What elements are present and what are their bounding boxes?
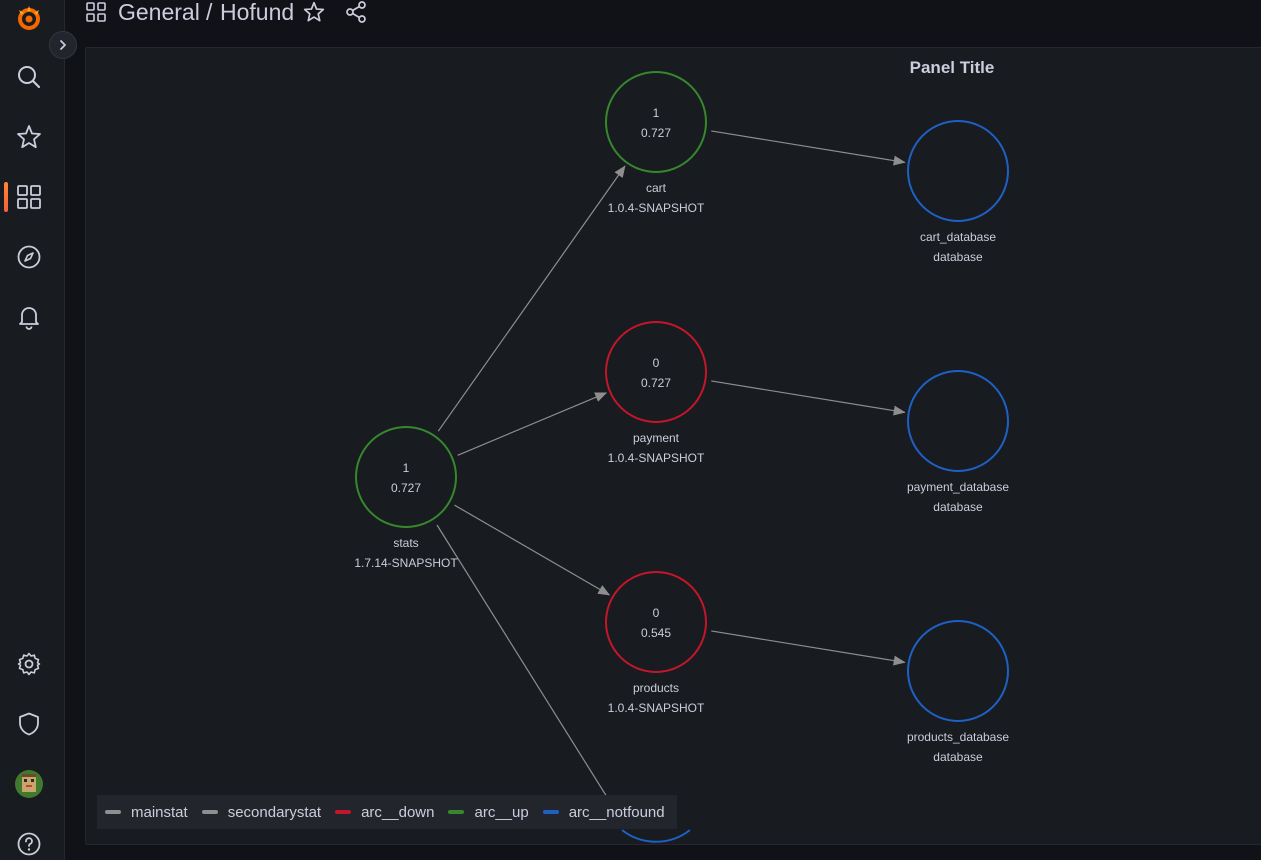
node-circle[interactable] [907, 620, 1009, 722]
legend-label: arc__up [474, 803, 529, 821]
node-graph: 1 0.727 stats 1.7.14-SNAPSHOT 1 0.727 cart 1.0.… [354, 71, 1009, 843]
legend-swatch [335, 810, 352, 814]
edge-cart-cart_database[interactable] [711, 130, 906, 166]
edge-stats-payment[interactable] [457, 392, 608, 456]
node-title: cart [646, 181, 667, 195]
edge-products-products_database[interactable] [711, 630, 906, 666]
node-secondarystat: 0.545 [641, 626, 671, 640]
node-secondarystat: 0.727 [391, 481, 421, 495]
legend-item-mainstat[interactable]: mainstat [105, 804, 188, 821]
legend-swatch [105, 810, 121, 814]
node-mainstat: 0 [653, 356, 660, 370]
node-circle[interactable] [605, 571, 707, 673]
legend-item-secondarystat[interactable]: secondarystat [201, 803, 322, 821]
legend-swatch [542, 810, 559, 814]
edge-payment-payment_database[interactable] [711, 380, 906, 416]
node-subtitle: database [933, 750, 983, 764]
node-subtitle: 1.0.4-SNAPSHOT [608, 451, 705, 465]
legend-item-arc--notfound[interactable]: arc__notfound [542, 803, 665, 821]
edge-stats-products[interactable] [454, 504, 611, 596]
node-subtitle: 1.0.4-SNAPSHOT [608, 201, 705, 215]
legend-swatch [201, 810, 218, 814]
node-secondarystat: 0.727 [641, 376, 671, 390]
node-title: payment_database [907, 480, 1009, 494]
offscreen-node-arc [621, 829, 691, 843]
node-mainstat: 0 [653, 606, 660, 620]
edge-offscreen[interactable] [436, 524, 613, 806]
node-circle[interactable] [605, 321, 707, 423]
node-cart[interactable]: 1 0.727 cart 1.0.4-SNAPSHOT [605, 71, 707, 215]
node-products[interactable]: 0 0.545 products 1.0.4-SNAPSHOT [605, 571, 707, 715]
node-title: stats [393, 536, 418, 550]
node-payment[interactable]: 0 0.727 payment 1.0.4-SNAPSHOT [605, 321, 707, 465]
node-products_database[interactable]: products_database database [907, 620, 1009, 764]
node-subtitle: 1.0.4-SNAPSHOT [608, 701, 705, 715]
node-title: products_database [907, 730, 1009, 744]
legend-item-arc--down[interactable]: arc__down [335, 804, 434, 821]
node-subtitle: database [933, 250, 983, 264]
node-title: products [633, 681, 679, 695]
node-subtitle: 1.7.14-SNAPSHOT [354, 556, 458, 570]
node-circle[interactable] [907, 120, 1009, 222]
node-mainstat: 1 [403, 461, 410, 475]
legend-label: arc__down [361, 803, 435, 821]
graph-legend: mainstat secondarystat arc__down arc__up arc… [97, 795, 677, 829]
node-payment_database[interactable]: payment_database database [907, 370, 1009, 514]
node-circle[interactable] [355, 426, 457, 528]
node-stats[interactable]: 1 0.727 stats 1.7.14-SNAPSHOT [354, 426, 458, 570]
legend-label: arc__notfound [568, 803, 665, 821]
node-title: cart_database [920, 230, 996, 244]
node-cart_database[interactable]: cart_database database [907, 120, 1009, 264]
node-mainstat: 1 [653, 106, 660, 120]
legend-swatch [448, 810, 465, 814]
node-secondarystat: 0.727 [641, 126, 671, 140]
node-title: payment [633, 431, 680, 445]
legend-label: secondarystat [227, 803, 322, 821]
legend-item-arc--up[interactable]: arc__up [448, 803, 529, 821]
legend-label: mainstat [131, 803, 188, 821]
edge-stats-cart[interactable] [437, 165, 626, 432]
node-circle[interactable] [907, 370, 1009, 472]
node-circle[interactable] [605, 71, 707, 173]
node-subtitle: database [933, 500, 983, 514]
